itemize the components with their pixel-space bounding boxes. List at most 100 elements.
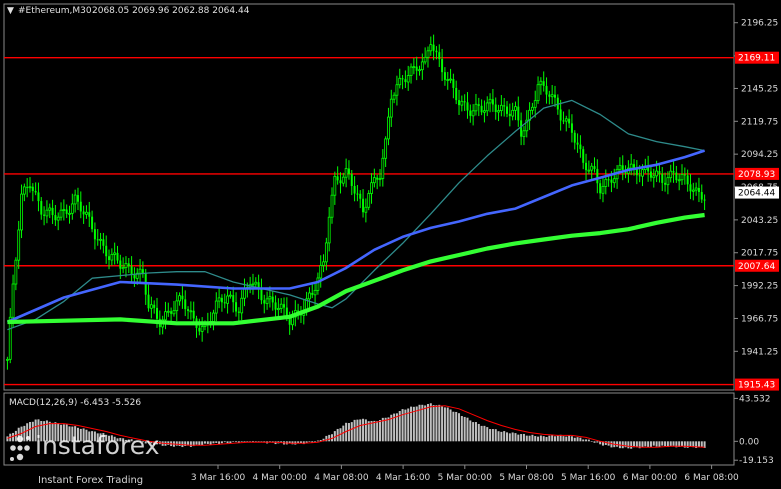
macd-bar: [364, 419, 367, 442]
candle-body: [514, 106, 517, 111]
candle-body: [189, 310, 193, 313]
macd-bar: [460, 416, 463, 442]
candle-body: [703, 199, 706, 201]
candle-body: [243, 288, 246, 299]
candle-body: [85, 211, 88, 215]
macd-tick-label: -19.153: [739, 456, 774, 466]
macd-bar: [587, 439, 590, 442]
macd-bar: [373, 420, 376, 442]
candle-body: [26, 186, 29, 188]
candle-body: [491, 99, 494, 105]
macd-bar: [514, 433, 517, 442]
macd-bar: [573, 437, 576, 442]
candle-body: [217, 297, 221, 302]
candle-body: [463, 101, 466, 103]
macd-bar: [585, 439, 588, 442]
macd-bar: [189, 441, 192, 447]
candle-body: [601, 186, 605, 194]
candle-body: [590, 165, 594, 171]
macd-bar: [593, 441, 596, 443]
macd-tick-label: 0.00: [739, 437, 759, 447]
macd-bar: [376, 421, 379, 442]
candle-body: [533, 100, 537, 108]
candle-body: [406, 75, 410, 83]
macd-bar: [305, 441, 308, 443]
candle-body: [226, 295, 229, 304]
candle-body: [113, 252, 117, 255]
macd-bar: [596, 441, 599, 443]
candle-body: [22, 186, 26, 195]
macd-bar: [534, 436, 537, 442]
candle-body: [322, 261, 325, 266]
candle-body: [618, 164, 622, 170]
watermark-tagline: Instant Forex Trading: [38, 475, 143, 486]
candle-body: [327, 216, 331, 244]
candle-body: [418, 69, 421, 72]
candle-body: [11, 283, 15, 318]
macd-bar: [562, 436, 565, 442]
macd-bar: [522, 433, 525, 442]
macd-bar: [486, 427, 489, 442]
candle-body: [426, 50, 430, 58]
candle-body: [664, 182, 667, 185]
macd-bar: [627, 441, 630, 449]
candle-body: [466, 102, 469, 111]
level-label: 2078.93: [738, 170, 775, 180]
macd-bar: [565, 436, 568, 442]
candle-body: [694, 187, 698, 191]
macd-bar: [203, 441, 206, 444]
candle-body: [319, 265, 323, 279]
chart-canvas[interactable]: 2196.252170.502145.252119.752094.252068.…: [0, 0, 781, 489]
macd-bar: [551, 435, 554, 442]
current-price-marker: 2064.44: [735, 186, 779, 199]
candle-body: [443, 72, 446, 80]
candle-body: [212, 312, 215, 322]
macd-bar: [370, 420, 373, 442]
candle-body: [404, 79, 407, 82]
macd-bar: [672, 441, 675, 446]
candle-body: [548, 94, 551, 97]
candle-body: [344, 168, 348, 178]
macd-bar: [415, 406, 418, 442]
macd-bar: [644, 441, 647, 447]
candle-body: [367, 193, 371, 208]
candle-body: [68, 212, 71, 215]
macd-bar: [621, 441, 624, 449]
candle-body: [520, 120, 523, 137]
current-price-label: 2064.44: [738, 189, 775, 199]
macd-title: MACD(12,26,9) -6.453 -5.526: [9, 398, 141, 408]
macd-bar: [212, 441, 215, 444]
menu-arrow-icon[interactable]: ▼: [7, 6, 14, 16]
candle-body: [164, 311, 167, 321]
macd-bar: [689, 441, 692, 447]
candle-body: [34, 190, 37, 193]
candle-body: [347, 168, 350, 175]
candle-body: [384, 138, 388, 159]
candle-body: [372, 177, 376, 184]
macd-bar: [658, 441, 661, 447]
candle-body: [20, 193, 23, 231]
candle-body: [88, 212, 91, 217]
candle-body: [652, 175, 656, 179]
candle-body: [455, 87, 458, 101]
time-tick-label: 5 Mar 08:00: [499, 473, 554, 483]
candle-body: [409, 66, 413, 76]
macd-bar: [697, 441, 700, 447]
candle-body: [56, 216, 60, 221]
macd-bar: [198, 441, 201, 446]
candle-body: [175, 300, 179, 312]
macd-bar: [508, 433, 511, 442]
candle-body: [539, 80, 543, 86]
macd-bar: [350, 422, 353, 442]
candle-body: [263, 300, 266, 304]
time-tick-label: 6 Mar 08:00: [684, 473, 739, 483]
macd-bar: [223, 441, 226, 443]
candle-body: [362, 198, 365, 213]
candle-body: [441, 59, 444, 73]
macd-bar: [429, 403, 432, 442]
candle-body: [133, 274, 136, 279]
macd-bar: [647, 441, 650, 448]
macd-bar: [669, 441, 672, 446]
chart-window[interactable]: 2196.252170.502145.252119.752094.252068.…: [0, 0, 781, 489]
macd-bar: [517, 434, 520, 442]
